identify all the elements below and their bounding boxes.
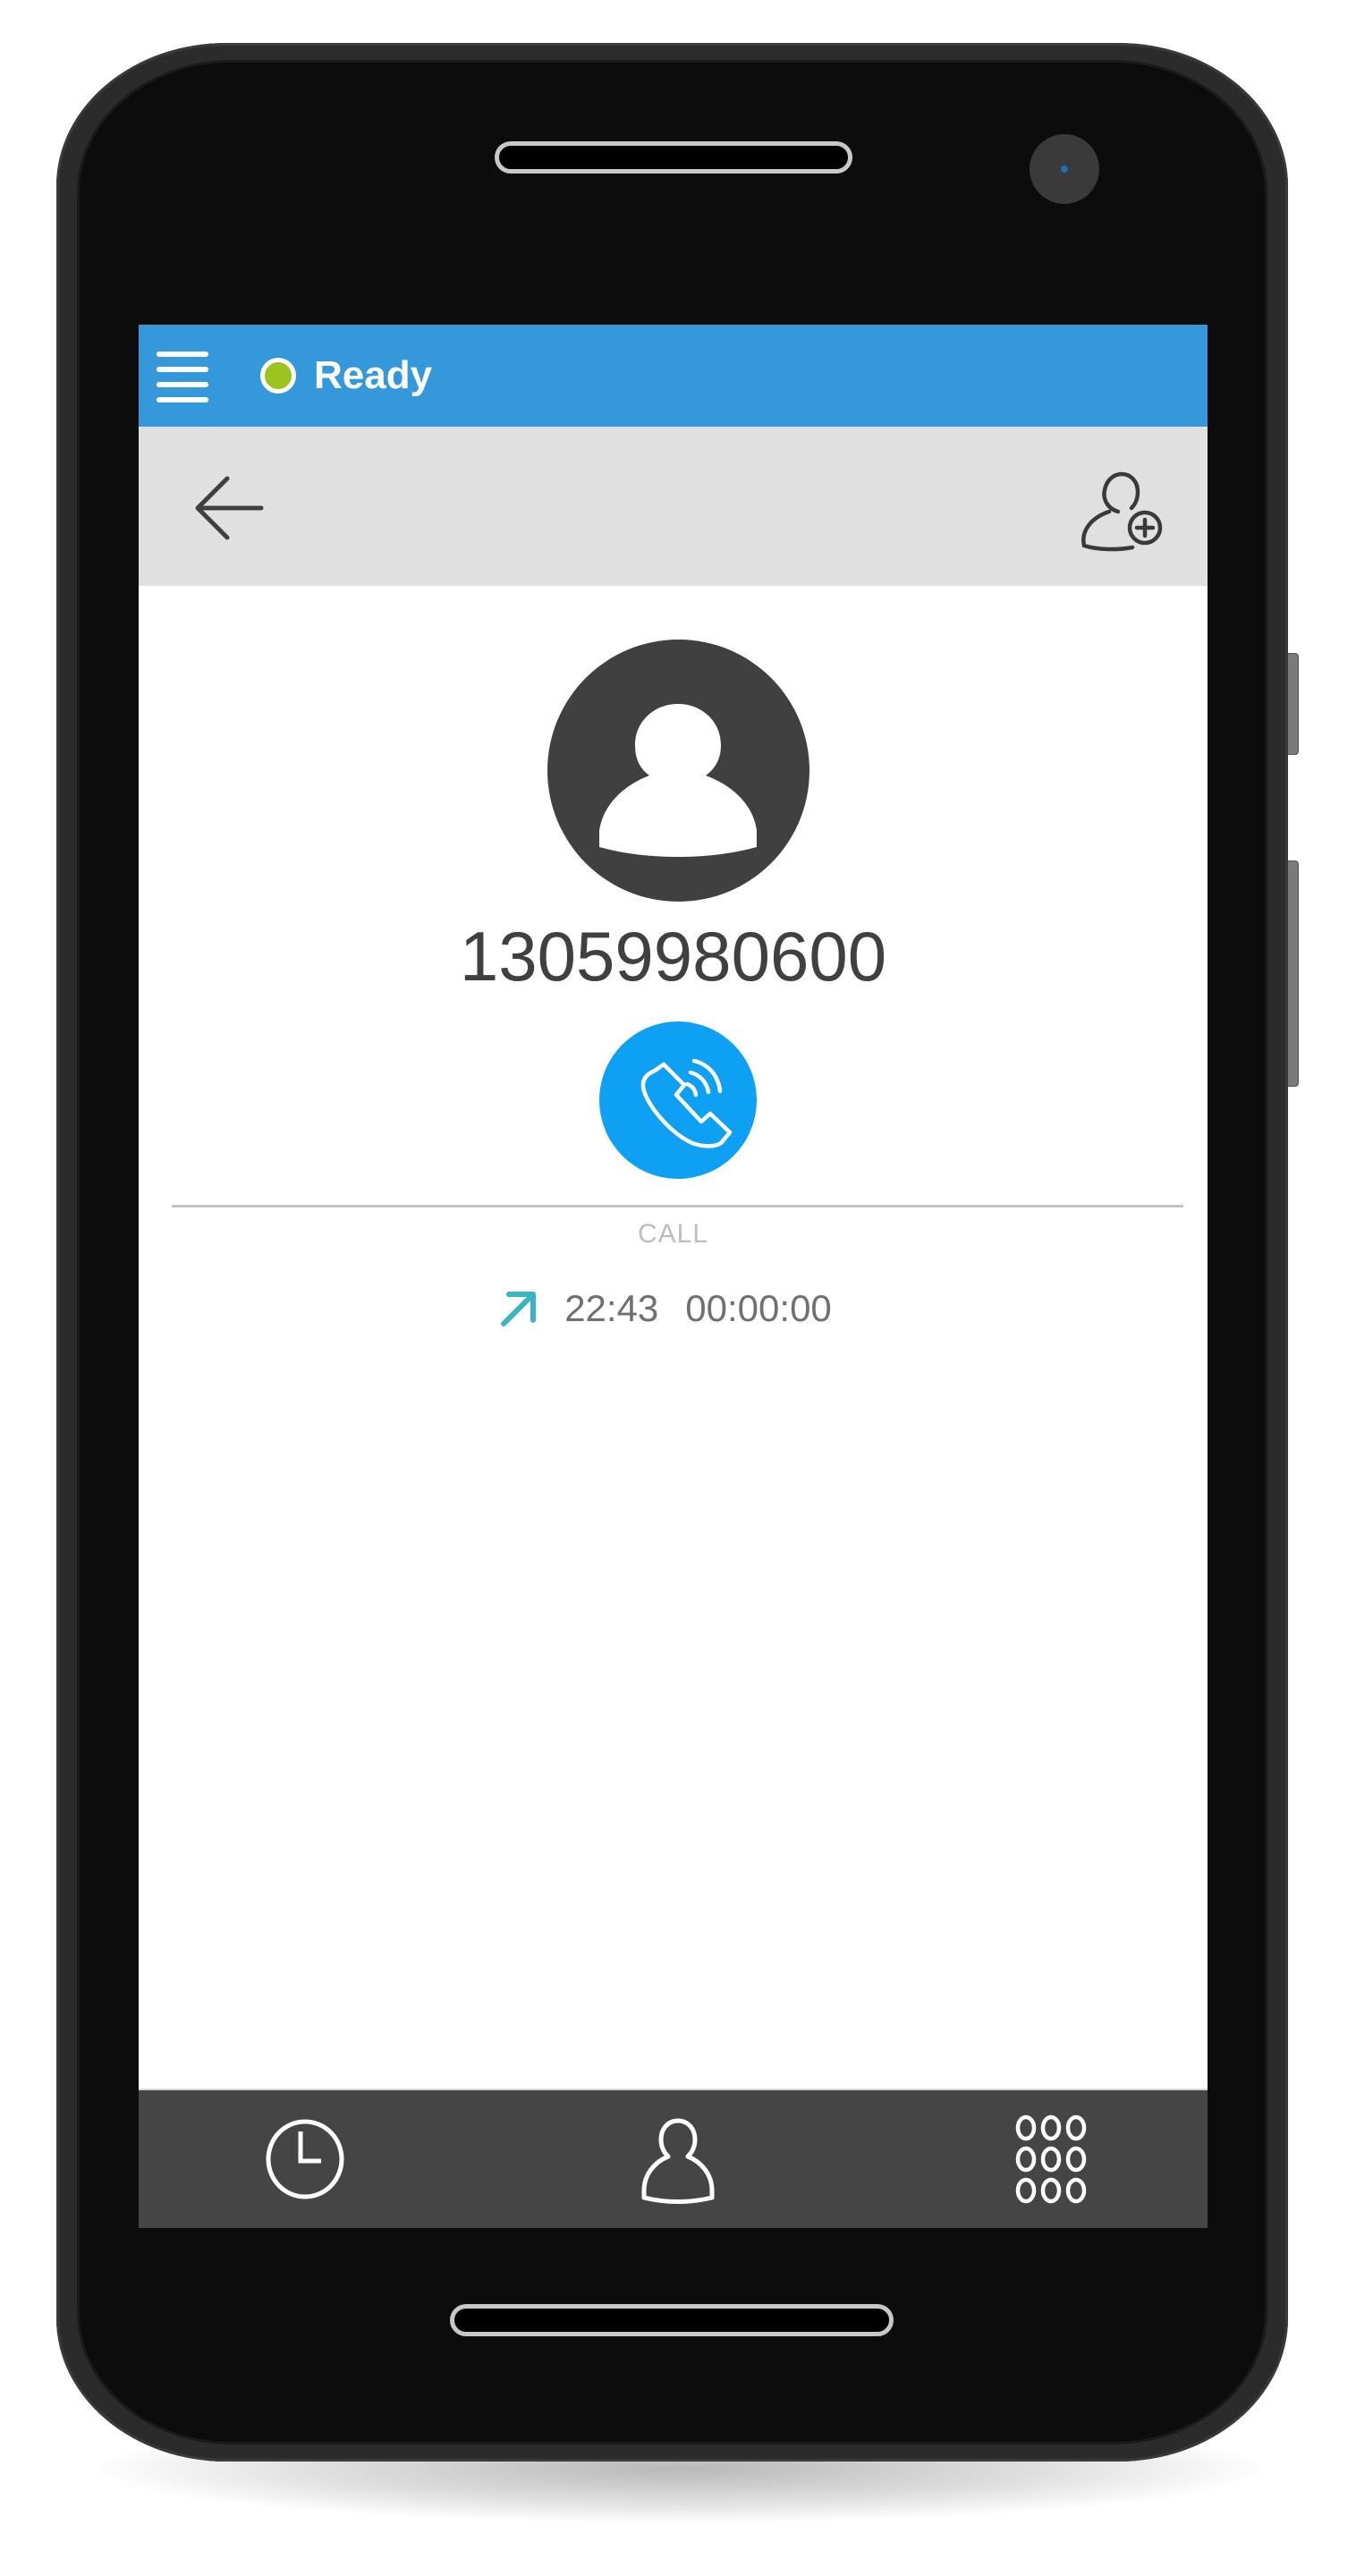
app-screen: Ready 13059980600 CALL 22:43 00:00:00 bbox=[139, 325, 1208, 2228]
back-button[interactable] bbox=[188, 473, 268, 545]
nav-recents[interactable] bbox=[256, 2110, 354, 2208]
status-bar: Ready bbox=[139, 325, 1208, 427]
nav-contacts[interactable] bbox=[629, 2110, 727, 2208]
add-contact-icon bbox=[1081, 471, 1163, 552]
volume-button bbox=[1286, 860, 1299, 1087]
bottom-speaker bbox=[450, 2304, 894, 2336]
clock-icon bbox=[266, 2119, 344, 2199]
earpiece-speaker bbox=[495, 141, 852, 174]
power-button bbox=[1286, 653, 1299, 755]
person-silhouette-icon bbox=[599, 704, 757, 857]
call-button[interactable] bbox=[599, 1021, 757, 1179]
section-divider bbox=[172, 1205, 1183, 1208]
dialpad-icon bbox=[1015, 2114, 1087, 2204]
front-camera bbox=[1030, 134, 1099, 204]
person-icon bbox=[641, 2118, 715, 2204]
contact-number: 13059980600 bbox=[459, 917, 887, 996]
contact-avatar bbox=[547, 640, 809, 902]
call-time: 22:43 bbox=[564, 1287, 659, 1329]
status-indicator-dot bbox=[260, 358, 296, 394]
call-history-label: CALL bbox=[637, 1219, 709, 1249]
nav-dialpad[interactable] bbox=[1002, 2110, 1100, 2208]
add-contact-button[interactable] bbox=[1073, 467, 1172, 556]
call-log-entry[interactable]: 22:43 00:00:00 bbox=[139, 1282, 1208, 1335]
call-duration: 00:00:00 bbox=[685, 1287, 832, 1329]
phone-ringing-icon bbox=[640, 1058, 733, 1148]
status-label: Ready bbox=[314, 353, 433, 397]
toolbar bbox=[139, 427, 1208, 586]
bottom-navigation bbox=[139, 2090, 1208, 2228]
arrow-up-right-icon bbox=[501, 1292, 537, 1326]
arrow-left-icon bbox=[195, 476, 264, 540]
hamburger-menu-icon[interactable] bbox=[157, 350, 210, 402]
